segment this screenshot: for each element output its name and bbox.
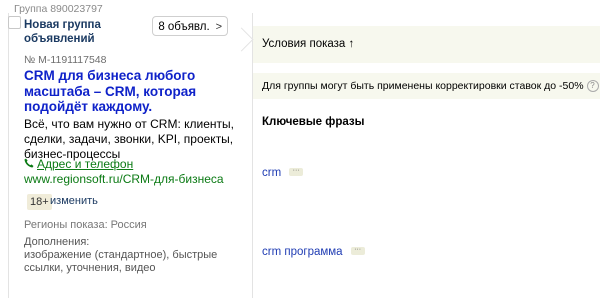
- phone-icon: [24, 157, 34, 171]
- ads-count-label: 8 объявл.: [158, 21, 210, 33]
- keyword-phrase[interactable]: crm программа: [262, 246, 343, 258]
- keyword-row: crm программа ···: [262, 242, 365, 260]
- age-change-link[interactable]: изменить: [50, 195, 98, 207]
- group-checkbox[interactable]: [8, 16, 21, 29]
- info-icon[interactable]: ?: [586, 80, 599, 93]
- ad-url[interactable]: www.regionsoft.ru/CRM-для-бизнеса: [24, 172, 224, 186]
- extras-label: Дополнения:: [24, 236, 90, 248]
- bid-notice: Для группы могут быть применены корректи…: [262, 80, 599, 93]
- ad-title[interactable]: CRM для бизнеса любого масштаба – CRM, к…: [24, 68, 214, 115]
- chevron-right-icon: >: [215, 21, 222, 33]
- regions-label: Регионы показа: Россия: [24, 219, 147, 231]
- bid-notice-text: Для группы могут быть применены корректи…: [262, 80, 584, 92]
- extras-text: изображение (стандартное), быстрые ссылк…: [24, 249, 218, 274]
- keywords-header: Ключевые фразы: [262, 116, 365, 128]
- more-icon[interactable]: ···: [289, 167, 304, 176]
- ad-text: Всё, что вам нужно от CRM: клиенты, сдел…: [24, 117, 234, 161]
- ads-count-button[interactable]: 8 объявл. >: [152, 16, 228, 36]
- group-name[interactable]: Новая группа объявлений: [24, 18, 144, 46]
- more-icon[interactable]: ···: [350, 246, 365, 255]
- age-badge: 18+: [27, 194, 52, 210]
- keyword-row: crm ···: [262, 163, 304, 181]
- conditions-title[interactable]: Условия показа ↑: [262, 38, 354, 50]
- contacts-link[interactable]: Адрес и телефон: [24, 157, 133, 171]
- contacts-label: Адрес и телефон: [37, 157, 134, 171]
- ad-id: № М-1191117548: [24, 54, 107, 66]
- keyword-phrase[interactable]: crm: [262, 167, 281, 179]
